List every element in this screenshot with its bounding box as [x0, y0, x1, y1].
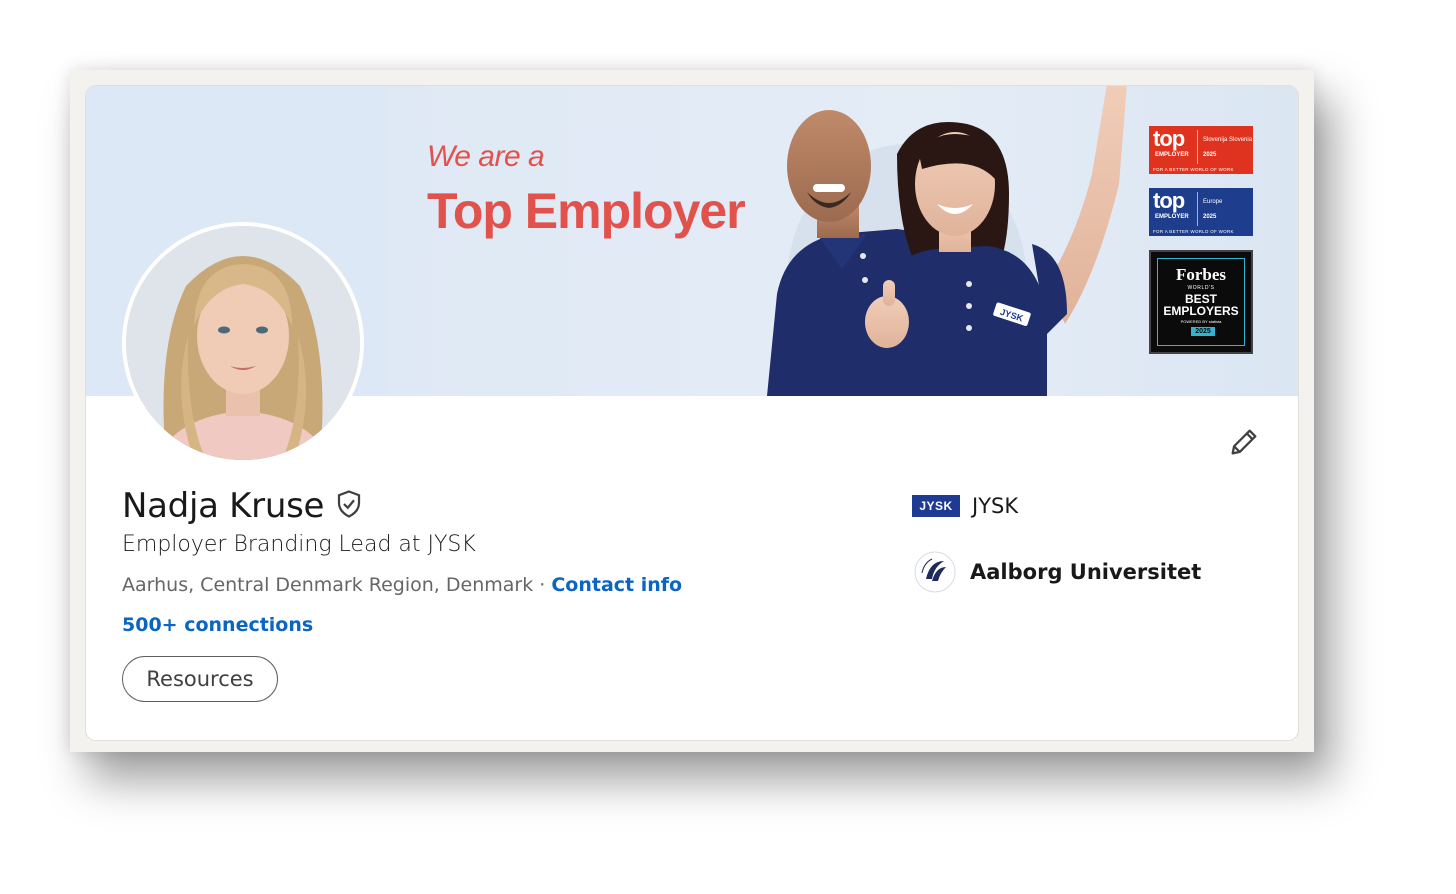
- badge-top-logo: top: [1153, 126, 1185, 151]
- contact-info-link[interactable]: Contact info: [551, 574, 682, 596]
- location-row: Aarhus, Central Denmark Region, Denmark …: [122, 574, 682, 596]
- forbes-powered-by: POWERED BY statista: [1180, 319, 1222, 324]
- forbes-name: Forbes: [1175, 265, 1227, 284]
- badge-region-slovenia: Slovenija Slovenia: [1203, 137, 1253, 143]
- badge-tagline: FOR A BETTER WORLD OF WORK: [1153, 229, 1234, 234]
- verified-shield-icon[interactable]: [334, 489, 364, 519]
- banner-subtitle: We are a: [427, 140, 545, 173]
- resources-button[interactable]: Resources: [122, 656, 278, 702]
- profile-headline: Employer Branding Lead at JYSK: [122, 532, 476, 557]
- avatar[interactable]: [126, 226, 360, 460]
- badge-employer-word: EMPLOYER: [1155, 152, 1189, 158]
- pencil-icon: [1231, 429, 1257, 455]
- badge-year: 2025: [1203, 214, 1217, 220]
- connections-link[interactable]: 500+ connections: [122, 614, 313, 636]
- badge-top-logo: top: [1153, 188, 1185, 213]
- forbes-best-employers-badge: Forbes WORLD'S BEST EMPLOYERS POWERED BY…: [1149, 250, 1253, 354]
- badge-divider: [1197, 130, 1198, 164]
- profile-card: We are a Top Employer JYSK top EMPLOYER …: [86, 86, 1298, 740]
- name-row: Nadja Kruse: [122, 486, 364, 526]
- badge-employer-word: EMPLOYER: [1155, 214, 1189, 220]
- edit-profile-button[interactable]: [1222, 420, 1266, 464]
- badge-region-europe: Europe: [1203, 199, 1223, 205]
- forbes-best-employers: BEST EMPLOYERS: [1163, 292, 1239, 318]
- badge-tagline: FOR A BETTER WORLD OF WORK: [1153, 167, 1234, 172]
- badge-divider: [1197, 192, 1198, 226]
- banner-people-photo: JYSK: [767, 86, 1127, 396]
- banner-title: Top Employer: [427, 183, 746, 239]
- top-employer-slovenia-badge: top EMPLOYER Slovenija Slovenia 2025 FOR…: [1149, 126, 1253, 174]
- org-jysk[interactable]: JYSK JYSK: [912, 494, 1018, 518]
- top-employer-europe-badge: top EMPLOYER Europe 2025 FOR A BETTER WO…: [1149, 188, 1253, 236]
- location-separator: ·: [533, 574, 552, 596]
- badge-year: 2025: [1203, 152, 1217, 158]
- profile-name: Nadja Kruse: [122, 486, 325, 526]
- aalborg-universitet-logo: [914, 551, 956, 593]
- avatar-ring: [122, 222, 364, 464]
- screenshot-frame: We are a Top Employer JYSK top EMPLOYER …: [70, 70, 1314, 752]
- avatar-photo: [126, 226, 360, 460]
- cover-banner: We are a Top Employer JYSK top EMPLOYER …: [387, 86, 1298, 396]
- org-aalborg-label: Aalborg Universitet: [970, 560, 1202, 584]
- org-jysk-label: JYSK: [972, 494, 1019, 518]
- forbes-year: 2025: [1191, 327, 1215, 336]
- org-aalborg-universitet[interactable]: Aalborg Universitet: [912, 549, 1201, 595]
- forbes-worlds: WORLD'S: [1187, 285, 1215, 291]
- forbes-badge-border: Forbes WORLD'S BEST EMPLOYERS POWERED BY…: [1157, 258, 1245, 346]
- profile-location: Aarhus, Central Denmark Region, Denmark: [122, 574, 534, 596]
- jysk-logo: JYSK: [912, 495, 960, 517]
